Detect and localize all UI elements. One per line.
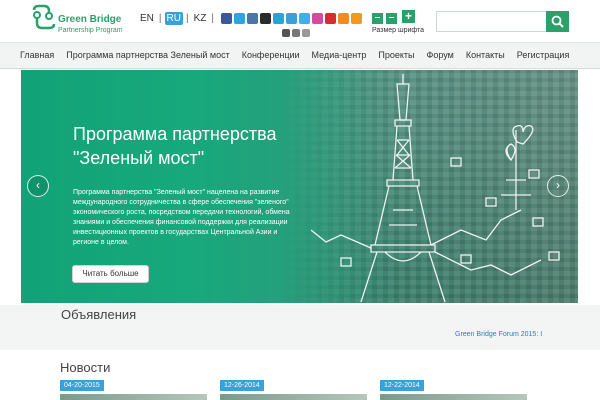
social-links <box>221 13 362 24</box>
vkontakte-icon[interactable] <box>247 13 258 24</box>
slider-prev-arrow-icon[interactable]: ‹ <box>27 175 49 197</box>
twitter-icon[interactable] <box>234 13 245 24</box>
share-icon[interactable] <box>302 29 310 37</box>
site-header: Green Bridge Partnership Program EN | RU… <box>0 0 600 42</box>
font-decrease-button[interactable]: – <box>372 13 383 24</box>
font-size-label: Размер шрифта <box>372 27 425 34</box>
news-date: 12-26-2014 <box>220 380 264 391</box>
nav-item[interactable]: Главная <box>14 42 60 69</box>
eiffel-tower-illustration <box>311 74 560 303</box>
news-date: 04-20-2015 <box>60 380 104 391</box>
logo[interactable]: Green Bridge Partnership Program <box>30 4 130 38</box>
nav-item[interactable]: Программа партнерства Зеленый мост <box>60 42 235 69</box>
page-tools <box>282 29 310 37</box>
nav-item[interactable]: Регистрация <box>511 42 576 69</box>
language-switcher: EN | RU | KZ | <box>138 12 214 25</box>
lang-separator: | <box>185 13 189 24</box>
nav-item[interactable]: Контакты <box>460 42 511 69</box>
nav-item[interactable]: Конференции <box>236 42 306 69</box>
odnoklassniki-icon[interactable] <box>260 13 271 24</box>
news-thumbnail[interactable] <box>220 394 367 400</box>
logo-title: Green Bridge <box>58 14 122 25</box>
announcements-ticker[interactable]: Green Bridge Forum 2015: I <box>455 331 542 338</box>
font-increase-button[interactable]: + <box>402 10 415 23</box>
facebook-icon[interactable] <box>221 13 232 24</box>
news-title: Новости <box>60 360 111 375</box>
main-nav: Главная Программа партнерства Зеленый мос… <box>0 42 600 69</box>
hero-slider: Программа партнерства "Зеленый мост" Про… <box>21 70 578 303</box>
lang-kz[interactable]: KZ <box>192 12 209 25</box>
youtube-icon[interactable] <box>325 13 336 24</box>
news-card[interactable]: 12-26-2014 <box>220 380 370 400</box>
announcements-title: Объявления <box>61 307 137 322</box>
lang-ru[interactable]: RU <box>164 12 183 25</box>
nav-item[interactable]: Проекты <box>372 42 420 69</box>
search-button[interactable] <box>546 11 569 32</box>
logo-subtitle: Partnership Program <box>58 27 123 34</box>
slider-next-arrow-icon[interactable]: › <box>547 175 569 197</box>
hero-description: Программа партнерства "Зеленый мост" нац… <box>73 189 290 246</box>
news-card[interactable]: 04-20-2015 <box>60 380 210 400</box>
chat-icon[interactable] <box>338 13 349 24</box>
read-more-button[interactable]: Читать больше <box>72 265 149 283</box>
sound-icon[interactable] <box>292 29 300 37</box>
rss-icon[interactable] <box>351 13 362 24</box>
search-icon <box>551 15 564 28</box>
hero-title: Программа партнерства "Зеленый мост" <box>73 124 277 168</box>
livejournal-icon[interactable] <box>273 13 284 24</box>
nav-item[interactable]: Форум <box>421 42 460 69</box>
print-icon[interactable] <box>282 29 290 37</box>
news-date: 12-22-2014 <box>380 380 424 391</box>
mail-icon[interactable] <box>286 13 297 24</box>
skype-icon[interactable] <box>299 13 310 24</box>
lang-separator: | <box>158 13 162 24</box>
news-thumbnail[interactable] <box>60 394 207 400</box>
news-card[interactable]: 12-22-2014 <box>380 380 530 400</box>
itunes-icon[interactable] <box>312 13 323 24</box>
news-thumbnail[interactable] <box>380 394 527 400</box>
nav-item[interactable]: Медиа-центр <box>306 42 373 69</box>
lang-separator: | <box>211 13 214 24</box>
logo-icon <box>32 4 56 30</box>
lang-en[interactable]: EN <box>138 12 156 25</box>
font-normal-button[interactable]: – <box>386 13 397 24</box>
